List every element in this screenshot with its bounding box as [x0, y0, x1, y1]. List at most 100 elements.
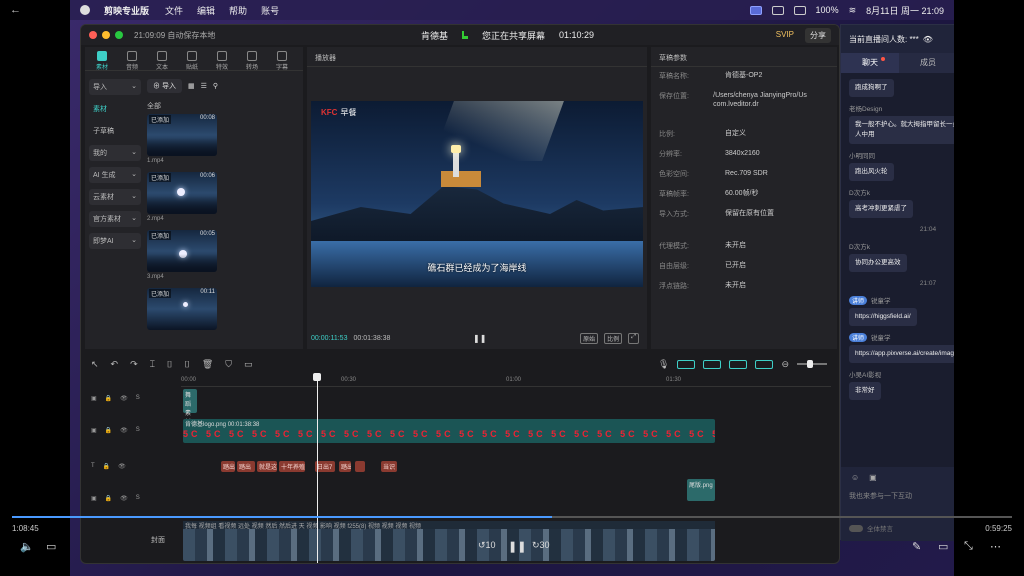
chat-bubble[interactable]: 跑成狗啊了: [849, 79, 894, 97]
subtitle-clip[interactable]: 就是这: [257, 461, 277, 472]
undo-icon[interactable]: ↶: [111, 359, 119, 370]
zoom-window-icon[interactable]: [115, 31, 123, 39]
media-thumb[interactable]: 已添加 00:08: [147, 114, 217, 156]
app-name[interactable]: 剪映专业版: [104, 4, 149, 17]
tab-text[interactable]: 文本: [149, 51, 175, 71]
pen-icon[interactable]: ✎: [912, 540, 921, 553]
media-thumb[interactable]: 已添加 00:05: [147, 230, 217, 272]
volume-icon[interactable]: 🔈: [20, 540, 34, 553]
lock-icon[interactable]: 🔒: [105, 395, 112, 402]
chat-bubble[interactable]: 协同办公更高效: [849, 254, 907, 272]
delete-icon[interactable]: 🗑: [202, 359, 213, 370]
s-icon[interactable]: S: [136, 395, 140, 402]
cover-label[interactable]: 封面: [151, 535, 165, 545]
nav-cloud[interactable]: 云素材 ⌄: [89, 189, 141, 205]
minimize-window-icon[interactable]: [102, 31, 110, 39]
sort-icon[interactable]: ☰: [201, 82, 207, 90]
snap-button[interactable]: [729, 359, 748, 369]
lock-icon[interactable]: 🔒: [105, 495, 112, 502]
nav-import[interactable]: 导入 ⌄: [89, 79, 141, 95]
chat-bubble[interactable]: https://higgsfield.ai/: [849, 308, 917, 326]
eye-icon[interactable]: 👁: [120, 427, 128, 434]
tab-chat[interactable]: 聊天: [841, 53, 899, 73]
nav-mine[interactable]: 我的 ⌄: [89, 145, 141, 161]
kfc-logo-clip[interactable]: 肯德基logo.png 00:01:38:38 5C 5C 5C 5C 5C 5…: [183, 419, 715, 443]
end-card-clip[interactable]: 尾版.png: [687, 479, 715, 501]
wifi-icon[interactable]: ≋: [849, 5, 857, 16]
subtitle-clip[interactable]: 踏出: [339, 461, 351, 472]
select-tool-icon[interactable]: ↖: [91, 359, 99, 370]
tab-transition[interactable]: 转场: [239, 51, 265, 71]
lock-icon[interactable]: 🔒: [103, 463, 110, 470]
rewind-icon[interactable]: ↺10: [478, 540, 496, 551]
filter-icon[interactable]: ⚲: [213, 82, 218, 90]
fullscreen-icon[interactable]: ⤢: [628, 332, 639, 344]
lock-icon[interactable]: 🔒: [105, 427, 112, 434]
track-icon[interactable]: ▣: [91, 427, 97, 434]
subtitles-icon[interactable]: ▭: [46, 540, 56, 553]
chat-bubble[interactable]: https://app.pixverse.ai/create/image-tex…: [849, 345, 954, 363]
screen-icon[interactable]: ▭: [244, 359, 253, 370]
tab-caption[interactable]: 字幕: [269, 51, 295, 71]
zoom-slider[interactable]: [797, 360, 827, 368]
mute-all-toggle[interactable]: [849, 524, 863, 532]
eye-icon[interactable]: 👁: [120, 495, 128, 502]
image-icon[interactable]: ▣: [869, 473, 877, 483]
chat-bubble[interactable]: 非常好: [849, 382, 881, 400]
shield-icon[interactable]: ⛉: [225, 359, 232, 370]
playhead[interactable]: [313, 373, 321, 563]
media-thumb[interactable]: 已添加 00:06: [147, 172, 217, 214]
emoji-icon[interactable]: ☺: [851, 473, 859, 483]
menu-account[interactable]: 账号: [261, 4, 279, 17]
subtitle-clip[interactable]: 十年养殖: [279, 461, 305, 472]
chat-bubble[interactable]: 高考冲刺更紧虐了: [849, 200, 913, 218]
preview-axis-button[interactable]: [755, 359, 774, 369]
zoom-out-icon[interactable]: ⊖: [781, 359, 789, 370]
more-options-icon[interactable]: ⋯: [990, 540, 1001, 553]
subtitle-clip[interactable]: [355, 461, 365, 472]
aspect-button[interactable]: 比例: [604, 332, 623, 344]
magnet-button[interactable]: [703, 359, 722, 369]
tab-members[interactable]: 成员: [899, 53, 954, 73]
display-icon[interactable]: [793, 5, 806, 15]
track-icon[interactable]: ▣: [91, 495, 97, 502]
collapse-icon[interactable]: ⤡: [964, 540, 973, 553]
subtitle-clip[interactable]: 日出7: [315, 461, 335, 472]
pip-icon[interactable]: ▭: [938, 540, 948, 553]
video-preview[interactable]: KFC 早餐 礁石群已经成为了海岸线: [311, 101, 643, 287]
tab-media[interactable]: 素材: [89, 51, 115, 71]
link-button[interactable]: [677, 359, 696, 369]
split-icon[interactable]: ⌶: [150, 359, 155, 370]
nav-material[interactable]: 素材: [89, 101, 141, 117]
track-icon[interactable]: ▣: [91, 395, 97, 402]
subtitle-clip[interactable]: 当识: [381, 461, 397, 472]
screen-share-icon[interactable]: [749, 5, 762, 15]
tab-effects[interactable]: 特效: [209, 51, 235, 71]
playback-progress[interactable]: [12, 516, 1012, 518]
nav-sub-draft[interactable]: 子草稿: [89, 123, 141, 139]
window-icon[interactable]: [771, 5, 784, 15]
nav-jimeng-ai[interactable]: 即梦AI ⌄: [89, 233, 141, 249]
menu-edit[interactable]: 编辑: [197, 4, 215, 17]
nav-ai-generate[interactable]: AI 生成 ⌄: [89, 167, 141, 183]
ratio-button[interactable]: 原始: [580, 332, 599, 344]
media-thumb[interactable]: 已添加 00:11: [147, 288, 217, 330]
menu-help[interactable]: 帮助: [229, 4, 247, 17]
chat-input[interactable]: 我也来参与一下互动: [841, 489, 954, 503]
subtitle-clip[interactable]: 踏出: [221, 461, 235, 472]
eye-icon[interactable]: 👁: [923, 35, 933, 44]
pause-icon[interactable]: ❚❚: [508, 540, 526, 553]
eye-icon[interactable]: 👁: [118, 463, 126, 470]
main-video-track[interactable]: 我每 视频组 看视频 远处 视频 然后 然后进 天 视频 影响 视频 f255(…: [183, 521, 715, 561]
pause-icon[interactable]: ❚❚: [473, 334, 486, 343]
s-icon[interactable]: S: [136, 495, 140, 502]
chat-bubble[interactable]: 跑出风火轮: [849, 163, 894, 181]
redo-icon[interactable]: ↷: [130, 359, 138, 370]
subtitle-clip[interactable]: 踏出: [237, 461, 255, 472]
import-button[interactable]: ⊕ 导入: [147, 79, 182, 93]
eye-icon[interactable]: 👁: [120, 395, 128, 402]
tab-sticker[interactable]: 贴纸: [179, 51, 205, 71]
forward-icon[interactable]: ↻30: [532, 540, 550, 551]
svip-badge[interactable]: SVIP: [771, 28, 799, 43]
menu-file[interactable]: 文件: [165, 4, 183, 17]
